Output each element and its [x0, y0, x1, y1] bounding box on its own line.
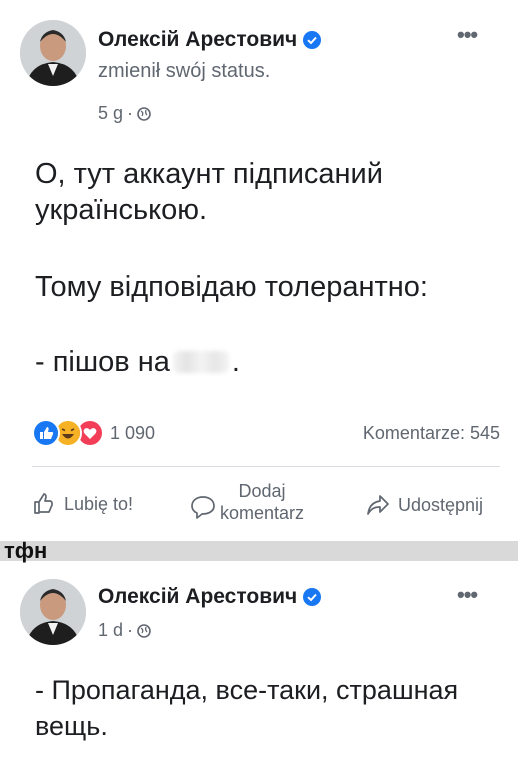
- post-text-line-1: О, тут аккаунт підписаний: [35, 158, 383, 190]
- comments-count[interactable]: Komentarze: 545: [363, 423, 500, 444]
- post-timestamp[interactable]: 1 d ·: [98, 620, 151, 641]
- like-button[interactable]: Lubię to!: [32, 492, 133, 516]
- actions-divider: [32, 466, 500, 467]
- separator-band: [0, 541, 518, 561]
- timestamp-text[interactable]: 1 d: [98, 620, 123, 641]
- like-label[interactable]: Lubię to!: [64, 494, 133, 515]
- more-options-icon[interactable]: •••: [457, 584, 478, 606]
- reaction-count[interactable]: 1 090: [110, 423, 155, 444]
- thumbs-up-icon: [34, 493, 53, 514]
- status-subtitle: zmienił swój status.: [98, 60, 271, 82]
- post-text-line-3: Тому відповідаю толерантно:: [35, 271, 428, 303]
- author-avatar[interactable]: [20, 20, 86, 86]
- share-icon: [367, 495, 389, 515]
- author-name-link[interactable]: Олексій Арестович: [98, 585, 322, 609]
- post-text-line-4-suffix: .: [231, 346, 240, 378]
- post-text-line-1: - Пропаганда, все-таки, страшная: [35, 675, 459, 705]
- censored-word: [172, 351, 229, 373]
- globe-icon: [137, 623, 151, 638]
- share-label[interactable]: Udostępnij: [398, 495, 483, 516]
- author-name[interactable]: Олексій Арестович: [98, 585, 297, 609]
- author-name-link[interactable]: Олексій Арестович: [98, 28, 322, 52]
- post-text-line-4-prefix: - пішов на: [35, 346, 170, 378]
- more-options-icon[interactable]: •••: [457, 24, 478, 46]
- globe-icon: [137, 106, 151, 121]
- author-name[interactable]: Олексій Арестович: [98, 28, 297, 52]
- post-text-line-2: вещь.: [35, 711, 108, 741]
- like-reaction-icon: [32, 419, 60, 447]
- separator-label: тфн: [4, 538, 48, 563]
- timestamp-text[interactable]: 5 g: [98, 103, 123, 124]
- reactions-summary[interactable]: 1 090: [32, 419, 155, 447]
- verified-icon: [303, 31, 322, 49]
- post-timestamp[interactable]: 5 g ·: [98, 103, 151, 124]
- share-button[interactable]: Udostępnij: [366, 494, 483, 516]
- post-text-line-4: - пішов на.: [35, 344, 240, 380]
- comment-label-line-2[interactable]: komentarz: [220, 502, 304, 524]
- comment-button[interactable]: Dodaj komentarz: [190, 480, 304, 524]
- verified-icon: [303, 588, 322, 606]
- author-avatar[interactable]: [20, 579, 86, 645]
- comment-icon: [191, 496, 215, 519]
- comment-label-line-1[interactable]: Dodaj: [239, 480, 286, 502]
- post-text-line-2: українською.: [35, 194, 208, 226]
